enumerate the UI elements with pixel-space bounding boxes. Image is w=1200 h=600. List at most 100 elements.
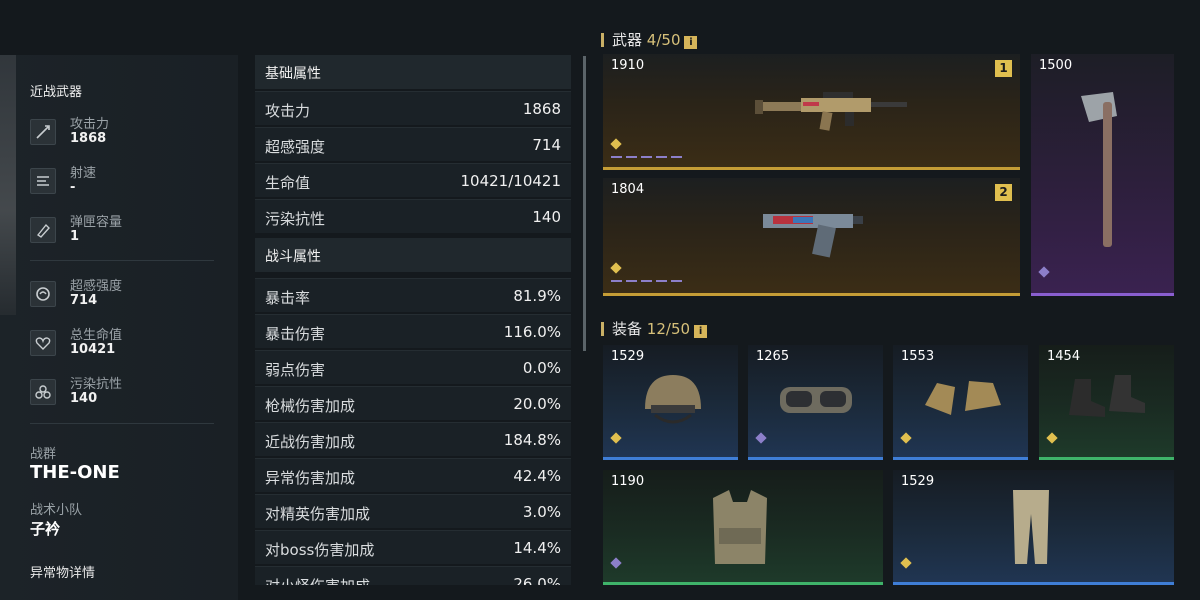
weapon-card-pistol[interactable]: 1804 2 <box>603 178 1020 296</box>
rarity-diamond-icon <box>610 262 622 274</box>
power-rating: 1454 <box>1047 349 1081 364</box>
stat-value: 10421 <box>70 342 116 357</box>
helmet-icon <box>641 369 705 433</box>
stat-value: 714 <box>70 293 98 308</box>
row-value: 714 <box>532 136 561 154</box>
row-value: 14.4% <box>513 539 561 557</box>
row-label: 对小怪伤害加成 <box>265 575 370 585</box>
rarity-diamond-icon <box>610 138 622 150</box>
gear-card-gloves[interactable]: 1553 <box>893 345 1028 460</box>
row-value: 116.0% <box>503 323 561 341</box>
mod-slot <box>671 156 682 158</box>
vest-icon <box>705 488 775 572</box>
divider <box>30 260 214 261</box>
row-value: 26.0% <box>513 575 561 585</box>
table-row: 暴击率 81.9% <box>255 278 571 312</box>
info-icon[interactable]: i <box>694 325 708 338</box>
biohazard-icon <box>30 379 56 405</box>
weapon-type-title: 近战武器 <box>30 85 83 100</box>
divider <box>30 423 214 424</box>
boots-icon <box>1065 371 1149 425</box>
rarity-diamond-icon <box>900 432 912 444</box>
character-summary-panel: 近战武器 攻击力 1868 射速 - 弹匣容量 1 超感强度 714 总生命值 … <box>0 55 238 600</box>
power-rating: 1910 <box>611 58 645 73</box>
mod-slot <box>626 156 637 158</box>
stat-value: 140 <box>70 391 98 406</box>
weapons-title-label: 武器 <box>612 31 643 49</box>
rifle-icon <box>753 82 913 146</box>
row-value: 20.0% <box>513 395 561 413</box>
weapon-card-axe[interactable]: 1500 <box>1031 54 1174 296</box>
section-accent-bar <box>601 322 604 336</box>
row-label: 暴击率 <box>265 289 311 307</box>
row-label: 对精英伤害加成 <box>265 505 371 523</box>
row-value: 1868 <box>522 100 561 118</box>
stat-label: 总生命值 <box>70 328 123 343</box>
pants-icon <box>1009 488 1053 572</box>
info-icon[interactable]: i <box>684 36 698 49</box>
stat-magazine: 弹匣容量 1 <box>30 211 220 247</box>
anomaly-details-link[interactable]: 异常物详情 <box>30 562 95 581</box>
power-rating: 1529 <box>611 349 645 364</box>
stat-contamination-resist: 污染抗性 140 <box>30 373 220 409</box>
attribute-scrollbar[interactable] <box>583 56 586 351</box>
row-label: 弱点伤害 <box>265 361 326 379</box>
row-label: 超感强度 <box>265 138 326 156</box>
slot-badge: 1 <box>995 60 1012 77</box>
row-label: 近战伤害加成 <box>265 433 356 451</box>
power-rating: 1190 <box>611 474 645 489</box>
table-row: 近战伤害加成 184.8% <box>255 422 571 456</box>
heart-icon <box>30 330 56 356</box>
table-row: 枪械伤害加成 20.0% <box>255 386 571 420</box>
stat-total-hp: 总生命值 10421 <box>30 324 220 360</box>
table-row: 对精英伤害加成 3.0% <box>255 494 571 528</box>
table-row: 攻击力 1868 <box>255 91 571 125</box>
fire-rate-icon <box>30 168 56 194</box>
stat-label: 弹匣容量 <box>70 215 123 230</box>
rarity-diamond-icon <box>610 432 622 444</box>
combat-attributes-header: 战斗属性 <box>255 238 571 272</box>
gear-card-boots[interactable]: 1454 <box>1039 345 1174 460</box>
row-value: 140 <box>532 208 561 226</box>
power-rating: 1529 <box>901 474 935 489</box>
table-row: 对boss伤害加成 14.4% <box>255 530 571 564</box>
rarity-diamond-icon <box>1038 266 1050 278</box>
stat-label: 射速 <box>70 166 97 181</box>
rarity-diamond-icon <box>610 557 622 569</box>
war-group-name[interactable]: THE-ONE <box>30 462 120 483</box>
row-value: 81.9% <box>513 287 561 305</box>
stat-fire-rate: 射速 - <box>30 162 220 198</box>
table-row: 超感强度 714 <box>255 127 571 161</box>
rarity-diamond-icon <box>755 432 767 444</box>
mod-slot <box>671 280 682 282</box>
power-rating: 1553 <box>901 349 935 364</box>
mod-slot <box>611 280 622 282</box>
gear-card-helmet[interactable]: 1529 <box>603 345 738 460</box>
row-label: 污染抗性 <box>265 210 326 228</box>
base-attributes-header: 基础属性 <box>255 55 571 89</box>
power-rating: 1500 <box>1039 58 1073 73</box>
stat-value: - <box>70 180 76 195</box>
gloves-icon <box>921 375 1005 429</box>
slot-badge: 2 <box>995 184 1012 201</box>
squad-name[interactable]: 子衿 <box>30 518 60 539</box>
magazine-icon <box>30 217 56 243</box>
row-value: 184.8% <box>503 431 561 449</box>
mod-slot <box>641 156 652 158</box>
rarity-diamond-icon <box>900 557 912 569</box>
gear-card-goggles[interactable]: 1265 <box>748 345 883 460</box>
stat-attack: 攻击力 1868 <box>30 113 220 149</box>
character-portrait-edge <box>0 55 16 315</box>
attack-icon <box>30 119 56 145</box>
weapons-count: 4/50 <box>646 31 681 49</box>
row-label: 攻击力 <box>265 102 311 120</box>
weapon-card-rifle[interactable]: 1910 1 <box>603 54 1020 170</box>
gear-title-label: 装备 <box>612 320 643 338</box>
psi-intensity-icon <box>30 281 56 307</box>
mod-slot <box>656 280 667 282</box>
row-label: 对boss伤害加成 <box>265 541 375 559</box>
power-rating: 1804 <box>611 182 645 197</box>
gear-card-pants[interactable]: 1529 <box>893 470 1174 585</box>
gear-card-vest[interactable]: 1190 <box>603 470 883 585</box>
table-row: 污染抗性 140 <box>255 199 571 233</box>
